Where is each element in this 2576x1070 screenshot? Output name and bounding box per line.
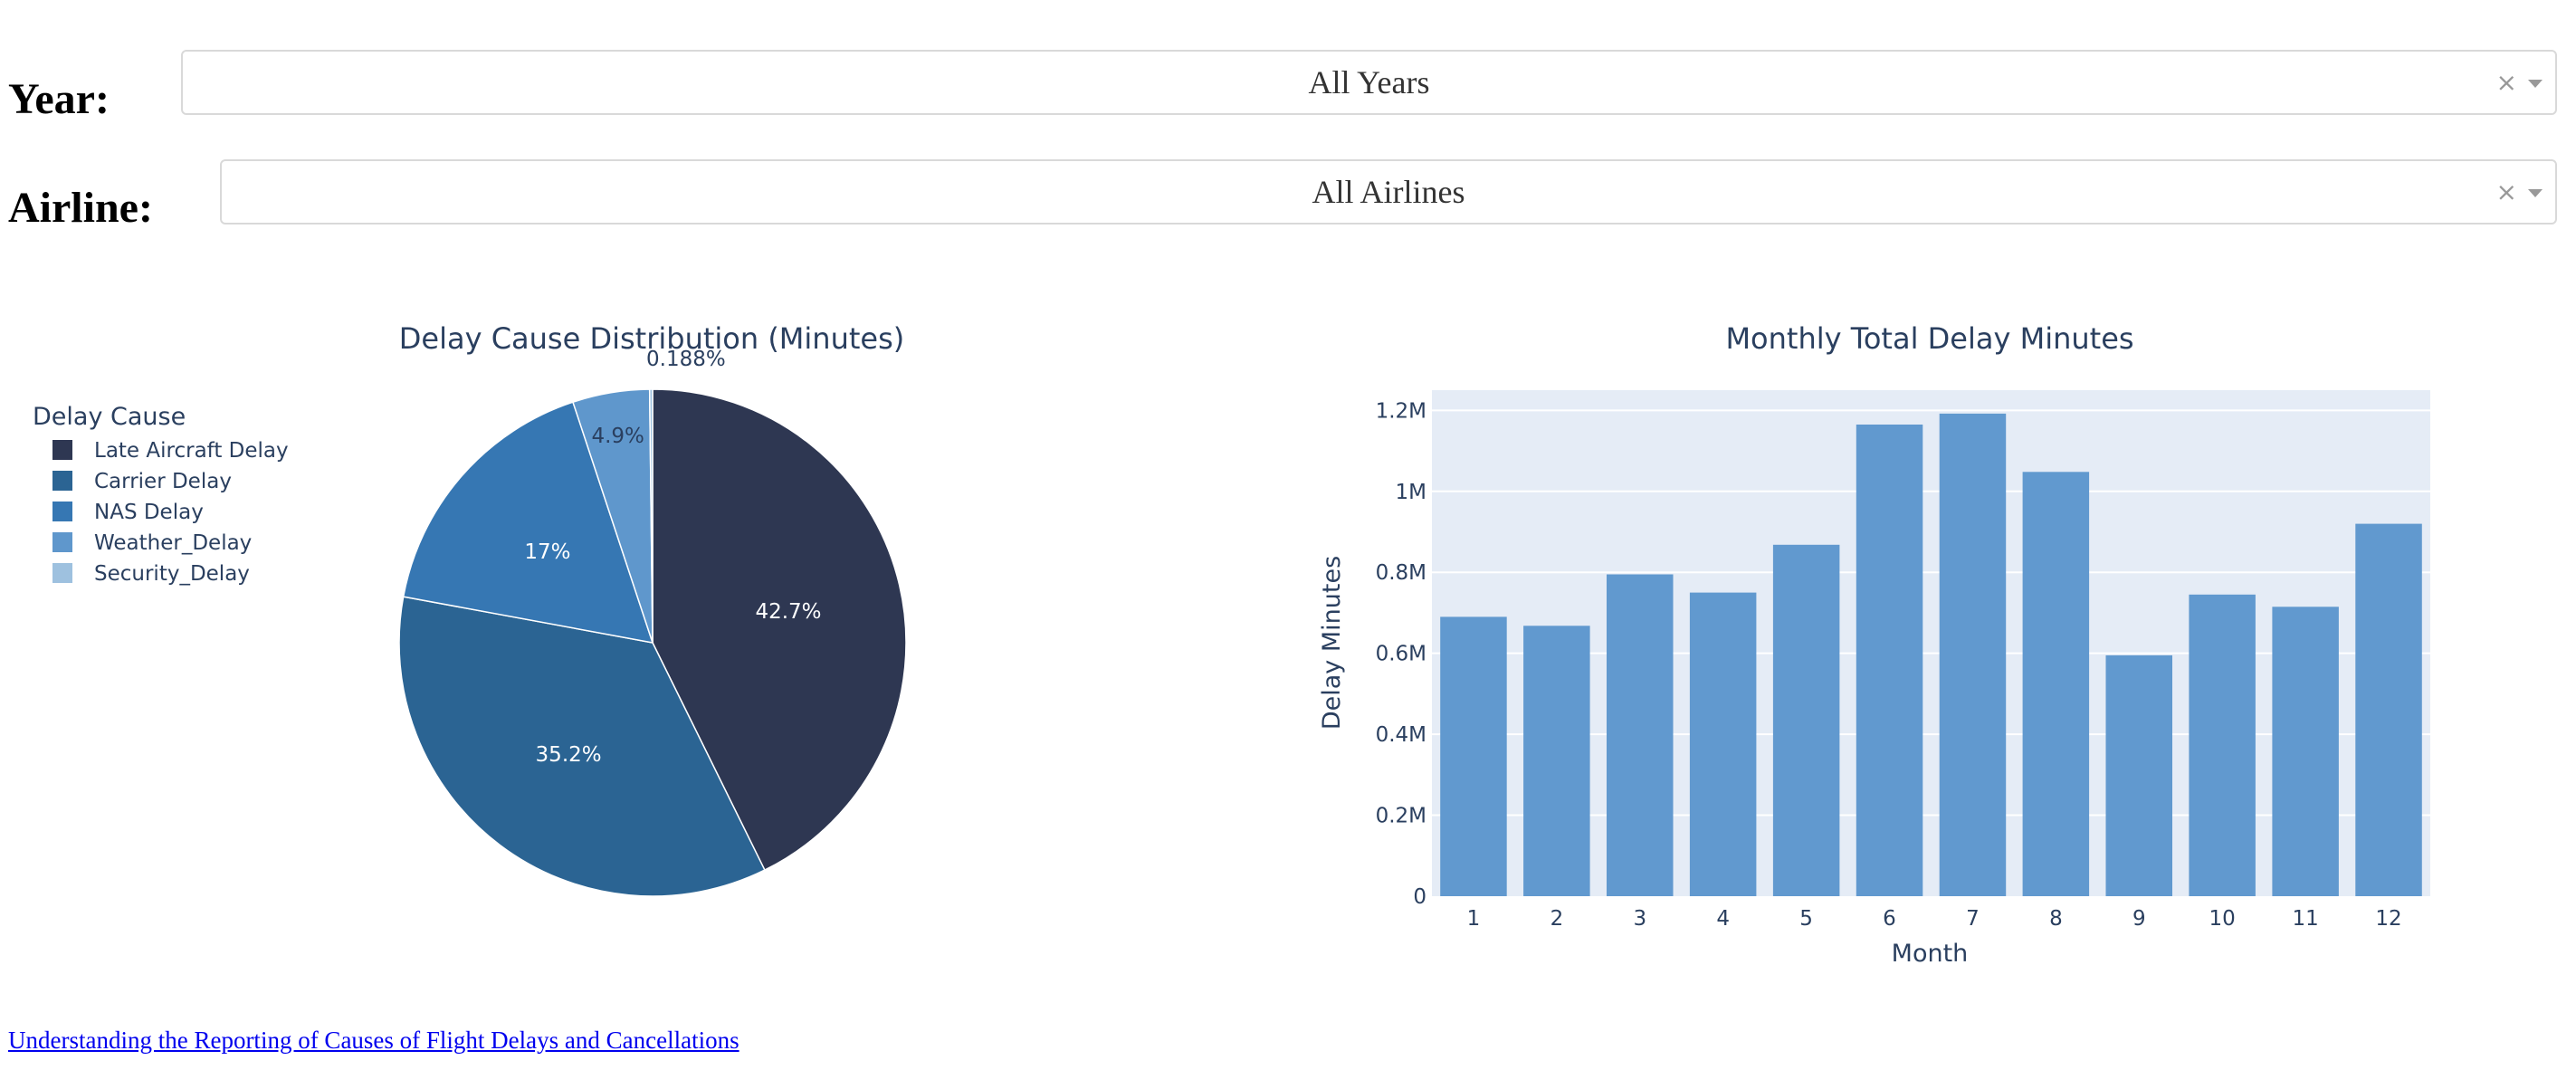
bar-month-4[interactable] xyxy=(1689,592,1757,896)
airline-chevron-down-icon[interactable] xyxy=(2528,189,2543,197)
legend-swatch-carrier-delay[interactable] xyxy=(52,471,72,491)
legend-label-nas-delay[interactable]: NAS Delay xyxy=(94,501,204,524)
x-tick-label: 1 xyxy=(1467,907,1481,931)
pie-slice-late-aircraft-delay[interactable] xyxy=(652,388,907,872)
airline-dropdown[interactable]: All Airlines × xyxy=(220,159,2557,225)
legend-label-weather-delay[interactable]: Weather_Delay xyxy=(94,531,252,555)
bar-series xyxy=(1440,413,2422,897)
legend-swatch-security-delay[interactable] xyxy=(52,563,72,583)
bar-month-9[interactable] xyxy=(2105,654,2173,896)
pie-chart: Delay Cause Distribution (Minutes) Delay… xyxy=(33,321,907,897)
pie-slices xyxy=(398,388,907,897)
x-tick-label: 7 xyxy=(1966,907,1980,931)
delay-causes-reporting-link[interactable]: Understanding the Reporting of Causes of… xyxy=(8,1027,739,1055)
bar-x-axis-title: Month xyxy=(1892,940,1969,968)
x-tick-label: 6 xyxy=(1883,907,1896,931)
bar-month-2[interactable] xyxy=(1523,626,1590,896)
x-tick-label: 4 xyxy=(1716,907,1730,931)
pie-legend-title: Delay Cause xyxy=(33,403,186,431)
pie-slice-weather-delay[interactable] xyxy=(572,388,654,644)
bar-month-8[interactable] xyxy=(2022,472,2090,896)
y-tick-label: 1M xyxy=(1396,481,1426,504)
bar-month-5[interactable] xyxy=(1772,544,1840,896)
x-tick-label: 3 xyxy=(1633,907,1646,931)
legend-label-security-delay[interactable]: Security_Delay xyxy=(94,562,250,586)
airline-dropdown-value: All Airlines xyxy=(1312,174,1465,210)
pie-label-late-aircraft-delay: 42.7% xyxy=(755,600,821,624)
x-tick-label: 5 xyxy=(1799,907,1813,931)
bar-y-axis-title: Delay Minutes xyxy=(1318,556,1346,730)
y-tick-label: 0.6M xyxy=(1376,643,1426,666)
pie-slice-nas-delay[interactable] xyxy=(402,401,654,644)
year-dropdown-value: All Years xyxy=(1308,64,1430,100)
pie-slice-carrier-delay[interactable] xyxy=(398,596,766,897)
y-tick-label: 0.8M xyxy=(1376,561,1426,585)
y-tick-label: 0.4M xyxy=(1376,723,1426,747)
x-tick-label: 8 xyxy=(2049,907,2063,931)
legend-swatch-nas-delay[interactable] xyxy=(52,502,72,521)
pie-label-weather-delay: 4.9% xyxy=(591,425,644,448)
legend-swatch-weather-delay[interactable] xyxy=(52,532,72,552)
legend-label-carrier-delay[interactable]: Carrier Delay xyxy=(94,470,232,493)
pie-label-security-delay: 0.188% xyxy=(646,348,726,371)
bar-month-6[interactable] xyxy=(1856,425,1923,896)
pie-label-nas-delay: 17% xyxy=(524,540,570,564)
bar-gridlines xyxy=(1432,409,2430,817)
x-tick-label: 9 xyxy=(2132,907,2146,931)
pie-label-carrier-delay: 35.2% xyxy=(536,743,602,767)
y-tick-label: 0.2M xyxy=(1376,805,1426,828)
y-tick-label: 0 xyxy=(1413,885,1426,909)
bar-month-12[interactable] xyxy=(2355,523,2422,896)
pie-chart-title: Delay Cause Distribution (Minutes) xyxy=(399,321,905,356)
bar-month-11[interactable] xyxy=(2272,607,2339,896)
year-label: Year: xyxy=(8,75,110,123)
year-dropdown[interactable]: All Years × xyxy=(181,50,2557,115)
y-tick-label: 1.2M xyxy=(1376,399,1426,423)
pie-legend: Late Aircraft Delay Carrier Delay NAS Dela… xyxy=(52,439,289,586)
x-tick-label: 12 xyxy=(2375,907,2401,931)
year-clear-icon[interactable]: × xyxy=(2496,68,2517,98)
pie-slice-security-delay[interactable] xyxy=(648,388,654,644)
bar-month-10[interactable] xyxy=(2189,594,2256,896)
legend-swatch-late-aircraft-delay[interactable] xyxy=(52,440,72,460)
bar-month-3[interactable] xyxy=(1607,574,1674,897)
x-tick-label: 11 xyxy=(2292,907,2318,931)
bar-month-7[interactable] xyxy=(1939,413,2007,896)
airline-label: Airline: xyxy=(8,184,153,232)
bar-plot-background xyxy=(1432,390,2430,896)
bar-x-ticks: 1 2 3 4 5 6 7 8 9 10 11 12 xyxy=(1467,907,2402,931)
bar-y-ticks: 0 0.2M 0.4M 0.6M 0.8M 1M 1.2M xyxy=(1376,399,1426,909)
year-chevron-down-icon[interactable] xyxy=(2528,80,2543,88)
pie-slice-labels: 42.7% 35.2% 17% 4.9% 0.188% xyxy=(524,348,821,767)
bar-month-1[interactable] xyxy=(1440,616,1507,896)
bar-chart-title: Monthly Total Delay Minutes xyxy=(1725,321,2133,356)
x-tick-label: 10 xyxy=(2209,907,2236,931)
legend-label-late-aircraft-delay[interactable]: Late Aircraft Delay xyxy=(94,439,289,463)
x-tick-label: 2 xyxy=(1550,907,1564,931)
airline-clear-icon[interactable]: × xyxy=(2496,177,2517,207)
bar-chart: Monthly Total Delay Minutes 0 0.2M 0.4M 0.6… xyxy=(1318,321,2430,968)
